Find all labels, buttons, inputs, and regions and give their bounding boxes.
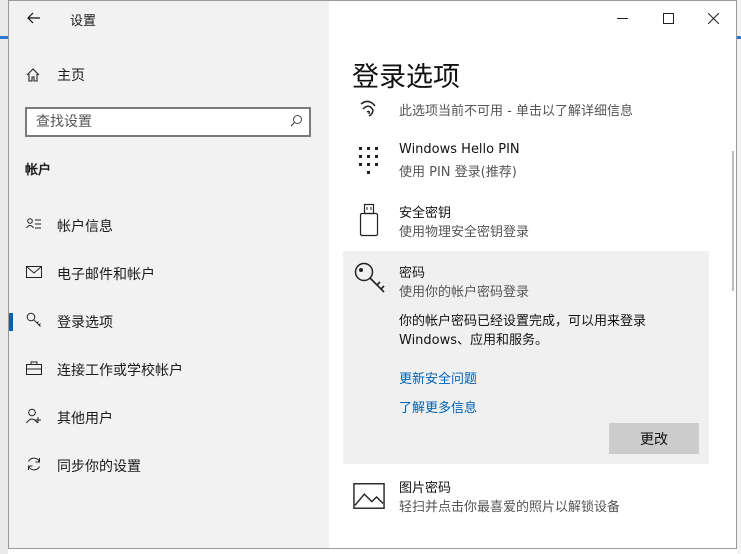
person-card-icon — [24, 217, 44, 235]
minimize-icon — [616, 17, 628, 19]
option-pin-title: Windows Hello PIN — [399, 142, 520, 157]
scrollbar[interactable] — [732, 151, 734, 291]
nav-item-other-users[interactable]: 其他用户 — [9, 404, 329, 432]
mail-icon — [24, 266, 44, 282]
option-picture-password-subtitle: 轻扫并点击你最喜爱的照片以解锁设备 — [399, 500, 621, 515]
right-pane: 登录选项 此选项当前不可用 - 单击以了解详细信息 Windows Hello … — [329, 1, 736, 548]
search-box[interactable] — [25, 107, 311, 137]
briefcase-icon — [24, 361, 44, 379]
section-title: 帐户 — [25, 163, 52, 178]
background-app-accent-right — [737, 36, 741, 39]
person-add-icon — [24, 408, 44, 428]
search-input[interactable] — [27, 113, 283, 131]
left-pane: 设置 主页 帐户 帐户信息 电子邮件和帐户 — [9, 1, 329, 548]
nav-item-account-info[interactable]: 帐户信息 — [9, 212, 329, 240]
option-picture-password[interactable]: 图片密码 轻扫并点击你最喜爱的照片以解锁设备 — [343, 477, 711, 517]
key-icon — [24, 312, 44, 332]
background-app-right — [737, 0, 741, 554]
titlebar-left: 设置 — [9, 1, 329, 35]
picture-icon — [353, 479, 385, 513]
nav-item-work-school[interactable]: 连接工作或学校帐户 — [9, 356, 329, 384]
option-pin-subtitle: 使用 PIN 登录(推荐) — [399, 165, 517, 180]
sync-icon — [24, 456, 44, 476]
option-password-panel[interactable]: 密码 使用你的帐户密码登录 你的帐户密码已经设置完成，可以用来登录 Window… — [343, 251, 709, 464]
nav-item-label: 登录选项 — [57, 315, 113, 331]
option-password-subtitle: 使用你的帐户密码登录 — [399, 285, 530, 300]
option-pin[interactable]: Windows Hello PIN 使用 PIN 登录(推荐) — [343, 142, 711, 182]
fingerprint-icon — [353, 92, 385, 126]
nav-item-label: 其他用户 — [57, 411, 113, 427]
option-security-key-subtitle: 使用物理安全密钥登录 — [399, 225, 530, 240]
pin-keypad-icon — [353, 144, 385, 178]
nav-item-label: 帐户信息 — [57, 219, 113, 235]
home-label: 主页 — [57, 68, 85, 84]
nav-item-sync[interactable]: 同步你的设置 — [9, 452, 329, 480]
option-security-key[interactable]: 安全密钥 使用物理安全密钥登录 — [343, 202, 711, 242]
option-security-key-title: 安全密钥 — [399, 206, 452, 221]
search-icon[interactable] — [283, 114, 309, 131]
key-icon — [353, 261, 387, 297]
home-link[interactable]: 主页 — [23, 63, 85, 87]
option-fingerprint-subtitle: 此选项当前不可用 - 单击以了解详细信息 — [399, 104, 633, 119]
change-password-button[interactable]: 更改 — [609, 423, 699, 454]
background-app-left — [0, 0, 8, 554]
option-password-description: 你的帐户密码已经设置完成，可以用来登录 Windows、应用和服务。 — [399, 314, 647, 348]
learn-more-link[interactable]: 了解更多信息 — [399, 397, 477, 416]
settings-window: 设置 主页 帐户 帐户信息 电子邮件和帐户 — [8, 0, 737, 549]
nav-item-label: 同步你的设置 — [57, 459, 141, 475]
back-arrow-icon — [27, 12, 40, 24]
close-button[interactable] — [698, 7, 728, 29]
maximize-button[interactable] — [653, 7, 683, 29]
nav-item-sign-in-options[interactable]: 登录选项 — [9, 308, 329, 336]
close-icon — [707, 12, 719, 24]
nav-item-label: 连接工作或学校帐户 — [57, 363, 183, 379]
option-fingerprint[interactable]: 此选项当前不可用 - 单击以了解详细信息 — [343, 100, 711, 122]
back-button[interactable] — [23, 7, 45, 29]
update-security-questions-link[interactable]: 更新安全问题 — [399, 368, 477, 387]
page-title: 登录选项 — [352, 62, 460, 93]
option-picture-password-title: 图片密码 — [399, 481, 452, 496]
usb-key-icon — [353, 203, 385, 237]
home-icon — [26, 68, 40, 82]
background-app-accent — [0, 36, 8, 39]
minimize-button[interactable] — [607, 7, 637, 29]
option-password-title: 密码 — [399, 266, 426, 281]
maximize-icon — [662, 12, 674, 24]
nav-item-label: 电子邮件和帐户 — [57, 267, 155, 283]
nav-item-email-accounts[interactable]: 电子邮件和帐户 — [9, 260, 329, 288]
app-title: 设置 — [70, 14, 97, 29]
